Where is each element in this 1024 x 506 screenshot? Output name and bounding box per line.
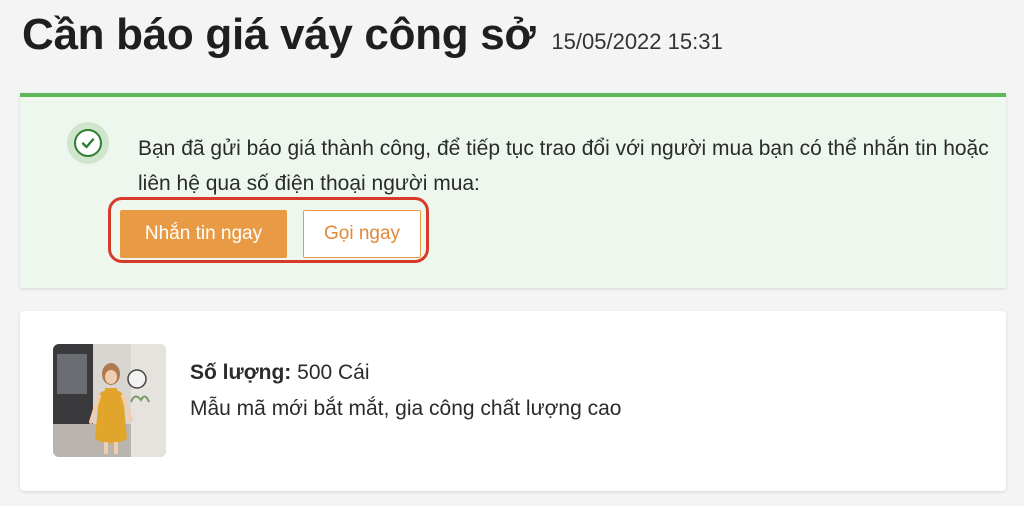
quantity-value: 500 Cái xyxy=(297,361,370,384)
success-message: Bạn đã gửi báo giá thành công, để tiếp t… xyxy=(138,137,989,195)
contact-buttons-highlight: Nhắn tin ngay Gọi ngay xyxy=(108,197,429,263)
quantity-label: Số lượng: xyxy=(190,361,292,384)
product-description: Mẫu mã mới bắt mắt, gia công chất lượng … xyxy=(190,397,622,420)
success-notice: Bạn đã gửi báo giá thành công, để tiếp t… xyxy=(20,93,1006,288)
product-image[interactable] xyxy=(53,344,166,457)
call-now-button[interactable]: Gọi ngay xyxy=(303,210,421,258)
check-circle-icon xyxy=(67,122,109,164)
quantity: Số lượng: 500 Cái xyxy=(190,361,370,385)
message-now-button[interactable]: Nhắn tin ngay xyxy=(120,210,287,258)
page-header: Cần báo giá váy công sở 15/05/2022 15:31 xyxy=(22,10,723,60)
product-card: Số lượng: 500 Cái Mẫu mã mới bắt mắt, gi… xyxy=(20,311,1006,491)
page-title: Cần báo giá váy công sở xyxy=(22,10,536,59)
post-datetime: 15/05/2022 15:31 xyxy=(551,29,723,54)
page: Cần báo giá váy công sở 15/05/2022 15:31… xyxy=(0,0,1024,506)
